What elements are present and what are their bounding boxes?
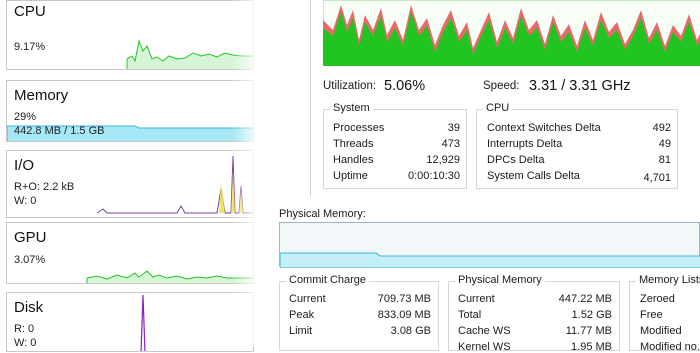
- cpu-usage-graph: [323, 0, 700, 66]
- commit-label-current: Current: [289, 293, 326, 305]
- utilization-label: Utilization:: [323, 80, 377, 92]
- system-group-title: System: [330, 102, 373, 114]
- cpu-label-context-switches: Context Switches Delta: [487, 122, 601, 134]
- physical-memory-label: Physical Memory:: [279, 208, 366, 220]
- commit-value-limit: 3.08 GB: [390, 325, 431, 337]
- physical-value-current: 447.22 MB: [558, 293, 612, 305]
- utilization-value: 5.06%: [384, 78, 426, 94]
- physical-memory-graph: [279, 222, 700, 268]
- gpu-percent: 3.07%: [14, 254, 46, 266]
- cpu-value-dpcs: 81: [658, 154, 671, 166]
- cpu-stats-group: CPU Context Switches Delta 492 Interrupt…: [476, 102, 678, 189]
- commit-label-peak: Peak: [289, 309, 315, 321]
- disk-title: Disk: [14, 299, 44, 316]
- system-value-uptime: 0:00:10:30: [408, 170, 460, 182]
- physical-label-total: Total: [458, 309, 482, 321]
- disk-sparkline: [140, 294, 146, 351]
- cpu-label-dpcs: DPCs Delta: [487, 154, 545, 166]
- commit-value-current: 709.73 MB: [377, 293, 431, 305]
- sidebar-card-io[interactable]: I/O R+O: 2.2 kB W: 0: [6, 150, 254, 218]
- physical-memory-graph-fill: [280, 252, 700, 268]
- commit-charge-title: Commit Charge: [286, 274, 370, 286]
- physical-memory-group-title: Physical Memory: [455, 274, 545, 286]
- memory-percent: 29%: [14, 111, 37, 123]
- sidebar-card-disk[interactable]: Disk R: 0 W: 0: [6, 292, 254, 352]
- system-value-processes: 39: [447, 122, 460, 134]
- cpu-title: CPU: [14, 3, 46, 20]
- sidebar-fade: [232, 0, 272, 347]
- speed-label: Speed:: [483, 80, 520, 92]
- system-label-threads: Threads: [333, 138, 374, 150]
- physical-label-cache-ws: Cache WS: [458, 325, 511, 337]
- memory-list-free: Free: [640, 309, 663, 321]
- memory-lists-title: Memory Lists: [636, 274, 700, 286]
- cpu-detail-panel: Utilization: 5.06% Speed: 3.31 / 3.31 GH…: [310, 0, 700, 196]
- cpu-value-interrupts: 49: [658, 138, 671, 150]
- cpu-value-system-calls: 4,701: [643, 172, 671, 184]
- cpu-value-context-switches: 492: [652, 122, 671, 134]
- physical-value-cache-ws: 11.77 MB: [565, 325, 612, 337]
- io-write: W: 0: [14, 195, 37, 207]
- io-read: R+O: 2.2 kB: [14, 181, 75, 193]
- speed-value: 3.31 / 3.31 GHz: [529, 78, 631, 94]
- cpu-label-interrupts: Interrupts Delta: [487, 138, 563, 150]
- cpu-label-system-calls: System Calls Delta: [487, 170, 580, 182]
- system-value-handles: 12,929: [426, 154, 460, 166]
- system-value-threads: 473: [441, 138, 460, 150]
- disk-read: R: 0: [14, 323, 35, 335]
- physical-value-kernel-ws: 1.95 MB: [571, 341, 612, 353]
- physical-label-kernel-ws: Kernel WS: [458, 341, 511, 353]
- memory-list-modified: Modified: [640, 325, 682, 337]
- physical-memory-group: Physical Memory Current 447.22 MB Total …: [448, 274, 620, 353]
- io-title: I/O: [14, 157, 35, 174]
- memory-list-modified-no-write: Modified no...: [640, 341, 700, 353]
- disk-write: W: 0: [14, 337, 37, 349]
- physical-label-current: Current: [458, 293, 495, 305]
- memory-usage: 442.8 MB / 1.5 GB: [14, 125, 105, 137]
- sidebar-card-cpu[interactable]: CPU 9.17%: [6, 0, 254, 70]
- physical-value-total: 1.52 GB: [571, 309, 612, 321]
- system-label-uptime: Uptime: [333, 170, 368, 182]
- system-group: System Processes 39 Threads 473 Handles …: [323, 102, 467, 189]
- sidebar-card-memory[interactable]: Memory 29% 442.8 MB / 1.5 GB: [6, 80, 254, 142]
- memory-lists-group: Memory Lists Zeroed Free Modified Modifi…: [629, 274, 700, 353]
- memory-list-zeroed: Zeroed: [640, 293, 675, 305]
- sidebar-card-gpu[interactable]: GPU 3.07%: [6, 222, 254, 284]
- system-label-handles: Handles: [333, 154, 374, 166]
- commit-charge-group: Commit Charge Current 709.73 MB Peak 833…: [279, 274, 439, 351]
- memory-title: Memory: [14, 87, 69, 104]
- commit-value-peak: 833.09 MB: [377, 309, 431, 321]
- commit-label-limit: Limit: [289, 325, 313, 337]
- cpu-percent: 9.17%: [14, 41, 46, 53]
- gpu-title: GPU: [14, 229, 47, 246]
- cpu-stats-group-title: CPU: [483, 102, 513, 114]
- system-label-processes: Processes: [333, 122, 385, 134]
